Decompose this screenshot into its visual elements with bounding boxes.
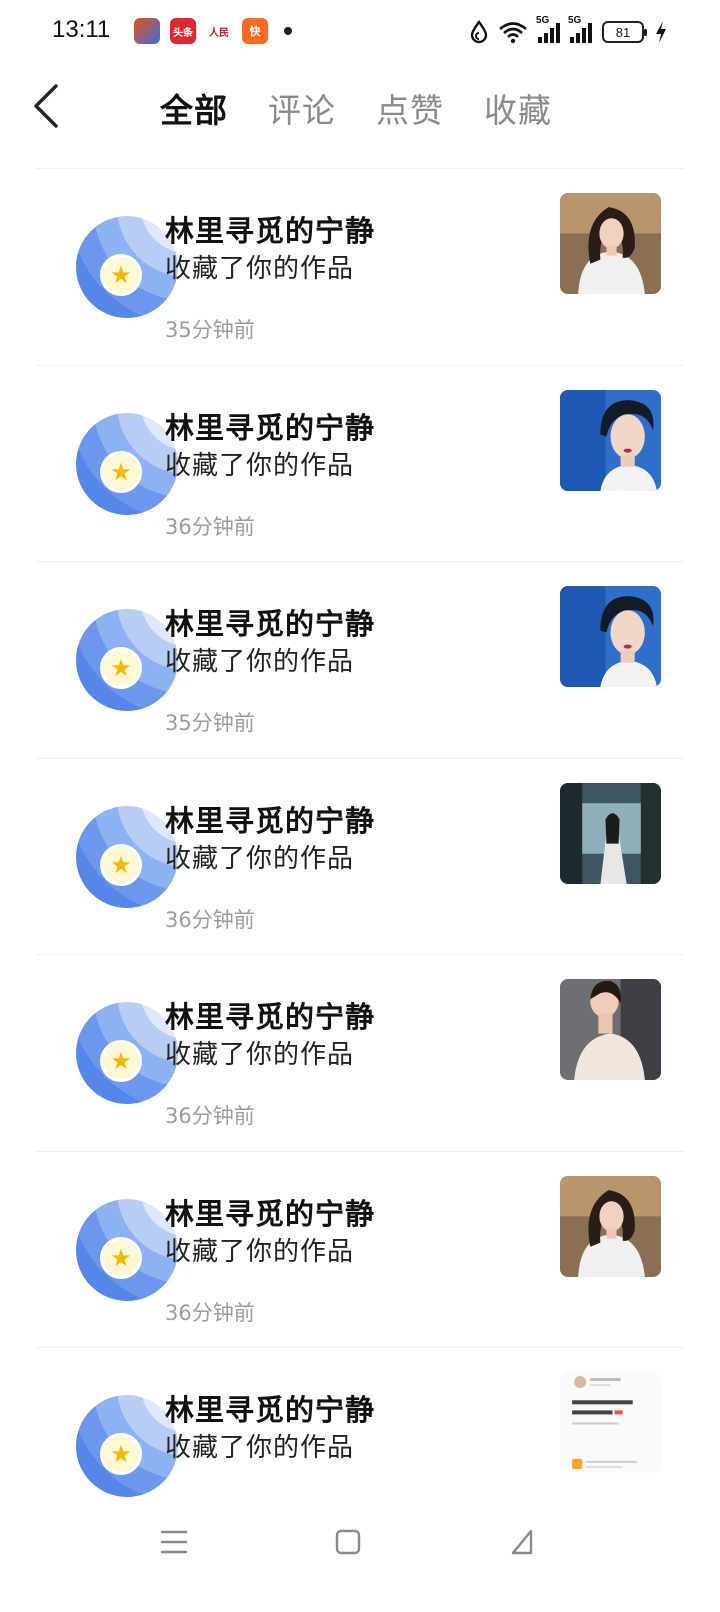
avatar[interactable]: ★ [38,389,178,515]
user-name[interactable]: 林里寻觅的宁静 [165,208,375,250]
timestamp: 36分钟前 [165,1104,255,1128]
battery-level: 81 [615,24,631,40]
action-text: 收藏了你的作品 [165,647,355,677]
work-thumbnail[interactable] [560,586,661,687]
star-icon: ★ [100,843,142,886]
action-text: 收藏了你的作品 [165,1433,355,1463]
tab-comments[interactable]: 评论 [268,84,336,132]
game-app-icon [134,18,160,44]
signal-2-icon: 5G [568,15,592,43]
star-icon: ★ [100,1433,142,1475]
list-item[interactable]: ★ 林里寻觅的宁静 收藏了你的作品 36分钟前 [0,1150,720,1348]
action-text: 收藏了你的作品 [165,1040,355,1070]
action-text: 收藏了你的作品 [165,254,355,284]
user-name[interactable]: 林里寻觅的宁静 [165,798,375,840]
lady-by-window-image [560,782,661,884]
menu-button[interactable] [144,1512,204,1572]
status-bar: 13:11 头条 人民 快 5G 5G 81 [0,0,720,64]
avatar[interactable]: ★ [38,192,178,318]
tab-all[interactable]: 全部 [160,84,228,132]
user-name[interactable]: 林里寻觅的宁静 [165,1387,375,1429]
list-item[interactable]: ★ 林里寻觅的宁静 收藏了你的作品 36分钟前 [0,757,720,955]
work-thumbnail[interactable] [560,193,661,294]
back-triangle-icon [511,1529,533,1555]
renmin-icon: 人民 [206,18,232,44]
work-thumbnail[interactable] [560,782,661,884]
timestamp: 36分钟前 [165,907,255,932]
timestamp: 35分钟前 [165,711,255,735]
charging-bolt-icon [656,21,666,43]
more-notifications-dot-icon [284,27,292,35]
work-thumbnail[interactable] [560,389,661,491]
signal-1-icon: 5G [536,15,560,43]
portrait-white-top-image [560,193,661,294]
notification-icons: 头条 人民 快 [134,18,292,44]
chevron-left-icon [34,84,58,128]
list-item[interactable]: ★ 林里寻觅的宁静 收藏了你的作品 35分钟前 [0,561,720,758]
timestamp: 36分钟前 [165,514,255,539]
user-name[interactable]: 林里寻觅的宁静 [165,1191,375,1233]
list-item[interactable]: ★ 林里寻觅的宁静 收藏了你的作品 36分钟前 [0,364,720,562]
header: 全部 评论 点赞 收藏 [0,64,720,169]
star-icon: ★ [100,647,142,689]
menu-icon [160,1530,188,1554]
star-icon: ★ [100,1236,142,1279]
work-thumbnail[interactable] [560,1372,661,1473]
user-name[interactable]: 林里寻觅的宁静 [165,994,375,1036]
portrait-blue-qipao-image [560,586,661,687]
list-item[interactable]: ★ 林里寻觅的宁静 收藏了你的作品 36分钟前 [0,954,720,1151]
user-name[interactable]: 林里寻觅的宁静 [165,405,375,447]
portrait-blue-qipao-image [560,389,661,491]
home-square-icon [335,1529,361,1555]
tab-likes[interactable]: 点赞 [376,84,444,132]
home-button[interactable] [318,1512,378,1572]
star-icon: ★ [100,450,142,493]
wifi-icon [499,22,527,44]
drop-icon [470,20,488,44]
star-icon: ★ [100,254,142,296]
toutiao-icon: 头条 [170,18,196,44]
star-icon: ★ [100,1040,142,1082]
list-item[interactable]: ★ 林里寻觅的宁静 收藏了你的作品 35分钟前 [0,168,720,365]
action-text: 收藏了你的作品 [165,843,355,874]
avatar[interactable]: ★ [38,1371,178,1497]
filter-tabs: 全部 评论 点赞 收藏 [160,84,552,132]
avatar[interactable]: ★ [38,1175,178,1301]
lady-lace-dress-image [560,979,661,1080]
avatar[interactable]: ★ [38,978,178,1104]
system-status: 5G 5G 81 [470,15,668,46]
battery-icon: 81 [602,21,647,43]
timestamp: 36分钟前 [165,1300,255,1325]
notification-list: ★ 林里寻觅的宁静 收藏了你的作品 35分钟前 ★ 林里寻觅的宁静 收藏了你的作… [0,168,720,1544]
back-button[interactable] [28,82,68,130]
action-text: 收藏了你的作品 [165,450,355,481]
work-thumbnail[interactable] [560,979,661,1080]
tab-favorites[interactable]: 收藏 [484,84,552,132]
avatar[interactable]: ★ [38,782,178,908]
portrait-white-top-image [560,1175,661,1277]
user-name[interactable]: 林里寻觅的宁静 [165,601,375,643]
kuaishou-icon: 快 [242,18,268,44]
back-nav-button[interactable] [492,1512,552,1572]
avatar[interactable]: ★ [38,585,178,711]
timestamp: 35分钟前 [165,318,255,342]
action-text: 收藏了你的作品 [165,1236,355,1267]
text-post-screenshot-image [560,1372,661,1473]
system-nav-bar [0,1496,720,1612]
status-time: 13:11 [52,16,111,43]
work-thumbnail[interactable] [560,1175,661,1277]
